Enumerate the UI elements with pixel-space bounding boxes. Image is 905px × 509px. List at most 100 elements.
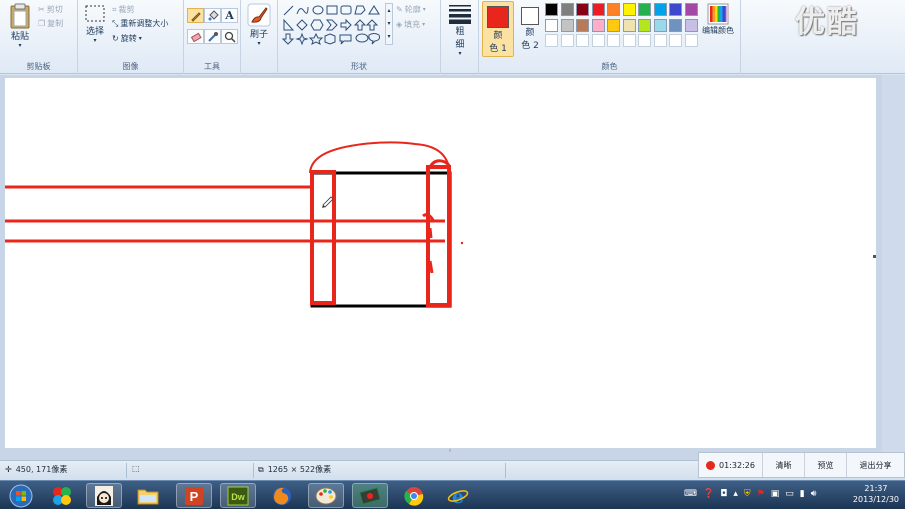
palette-swatch[interactable] — [576, 34, 589, 47]
palette-swatch[interactable] — [622, 34, 636, 47]
shapes-group: ▴ ▾ ▾ ✎ 轮廓 ▾ ◈ 填充 ▾ 形状 — [278, 0, 441, 74]
cut-button[interactable]: ✂ 剪切 — [38, 4, 63, 15]
palette-swatch[interactable] — [545, 34, 558, 47]
exit-share-button[interactable]: 退出分享 — [847, 453, 904, 477]
palette-swatch[interactable] — [560, 34, 574, 47]
cursor-position: ✛ 450, 171像素 — [5, 465, 68, 474]
fill-tool[interactable] — [204, 8, 221, 23]
taskbar-media-app[interactable] — [352, 483, 388, 508]
outline-button[interactable]: ✎ 轮廓 ▾ — [396, 4, 426, 15]
palette-swatch[interactable] — [576, 18, 589, 32]
security-icon[interactable]: ▣ — [771, 489, 780, 499]
palette-swatch[interactable] — [545, 18, 558, 32]
palette-swatch[interactable] — [684, 18, 698, 32]
paint-palette-icon — [315, 487, 337, 504]
palette-swatch[interactable] — [545, 3, 558, 16]
palette-swatch[interactable] — [576, 3, 589, 16]
rotate-button[interactable]: ↻ 旋转 ▾ — [112, 33, 142, 44]
start-button[interactable] — [4, 483, 38, 508]
pencil-tool[interactable] — [187, 8, 204, 23]
palette-swatch[interactable] — [653, 18, 667, 32]
image-group-label: 图像 — [122, 62, 139, 71]
palette-swatch[interactable] — [607, 3, 620, 16]
palette-swatch[interactable] — [669, 18, 682, 32]
red-dot — [460, 241, 464, 245]
record-dot-icon — [706, 460, 716, 470]
volume-icon[interactable]: 🔊︎ — [811, 489, 817, 499]
clock-date: 2013/12/30 — [852, 495, 899, 504]
palette-swatch[interactable] — [607, 34, 620, 47]
shapes-scroll[interactable]: ▴ ▾ ▾ — [385, 3, 393, 45]
magnifier-tool[interactable] — [221, 29, 238, 44]
vertical-scrollbar[interactable] — [882, 75, 905, 460]
firefox-icon — [273, 486, 291, 505]
taskbar-explorer[interactable] — [130, 483, 166, 508]
preview-button[interactable]: 预览 — [805, 453, 847, 477]
shapes-gallery[interactable] — [282, 3, 386, 47]
palette-swatch[interactable] — [638, 34, 651, 47]
palette-swatch[interactable] — [622, 18, 636, 32]
color-picker-tool[interactable] — [204, 29, 221, 44]
ribbon: 粘贴 ▾ ✂ 剪切 ❐ 复制 剪贴板 选择 ▾ ⌗ 裁剪 ⤡ 重新调整大小 ↻ … — [0, 0, 905, 74]
canvas-side-handle[interactable] — [873, 255, 876, 258]
size-button[interactable]: 粗 细 ▾ — [447, 4, 473, 57]
network-icon[interactable]: ◘ — [720, 489, 727, 499]
taskbar-character-app[interactable] — [86, 483, 122, 508]
eraser-icon — [190, 32, 202, 42]
record-timer[interactable]: 01:32:26 — [699, 453, 763, 477]
resize-icon: ⤡ — [112, 18, 119, 28]
palette-swatch[interactable] — [684, 34, 698, 47]
palette-swatch[interactable] — [638, 18, 651, 32]
palette-swatch[interactable] — [560, 18, 574, 32]
monitor-icon[interactable]: ▭ — [785, 489, 794, 499]
clock-time: 21:37 — [864, 484, 888, 493]
quality-button[interactable]: 清晰 — [763, 453, 805, 477]
signal-icon[interactable]: ▮ — [800, 489, 805, 499]
eraser-tool[interactable] — [187, 29, 204, 44]
text-tool[interactable]: A — [221, 8, 238, 23]
show-hidden-icon[interactable]: ▴ — [733, 489, 738, 499]
taskbar-dreamweaver[interactable]: Dw — [220, 483, 256, 508]
drawing-canvas[interactable] — [5, 78, 876, 448]
flag-icon[interactable]: ⚑ — [757, 489, 765, 499]
resize-button[interactable]: ⤡ 重新调整大小 — [112, 18, 168, 29]
crop-button[interactable]: ⌗ 裁剪 — [112, 4, 135, 15]
brushes-button[interactable]: 刷子 ▾ — [245, 3, 273, 47]
palette-swatch[interactable] — [560, 3, 574, 16]
edit-colors-button[interactable]: 编辑颜色 — [699, 3, 737, 36]
palette-swatch[interactable] — [591, 34, 605, 47]
palette-swatch[interactable] — [591, 18, 605, 32]
palette-swatch[interactable] — [653, 3, 667, 16]
text-icon: A — [225, 9, 234, 22]
palette-swatch[interactable] — [607, 18, 620, 32]
taskbar-ie[interactable]: e — [440, 483, 476, 508]
help-icon[interactable]: ❓ — [703, 489, 714, 499]
taskbar-clock[interactable]: 21:37 2013/12/30 — [853, 483, 899, 505]
taskbar-chrome[interactable] — [396, 483, 432, 508]
palette-swatch[interactable] — [684, 3, 698, 16]
brush-icon — [247, 3, 271, 27]
palette-swatch[interactable] — [653, 34, 667, 47]
fill-button[interactable]: ◈ 填充 ▾ — [396, 19, 425, 30]
select-button[interactable]: 选择 ▾ — [82, 4, 108, 44]
palette-swatch[interactable] — [638, 3, 651, 16]
palette-swatch[interactable] — [622, 3, 636, 16]
palette-swatch[interactable] — [669, 3, 682, 16]
keyboard-icon[interactable]: ⌨ — [684, 489, 697, 499]
canvas-resize-handle[interactable]: ◦ — [448, 447, 452, 455]
palette-swatch[interactable] — [591, 3, 605, 16]
taskbar-paint[interactable] — [308, 483, 344, 508]
color1-button[interactable]: 颜 色 1 — [482, 1, 514, 57]
dreamweaver-icon: Dw — [227, 486, 249, 505]
svg-text:Dw: Dw — [231, 492, 245, 502]
copy-button[interactable]: ❐ 复制 — [38, 18, 63, 29]
taskbar-pinwheel[interactable] — [44, 483, 80, 508]
chrome-icon — [404, 486, 424, 506]
paste-button[interactable]: 粘贴 ▾ — [6, 3, 34, 49]
color2-button[interactable]: 颜 色 2 — [516, 1, 544, 51]
taskbar-powerpoint[interactable]: P — [176, 483, 212, 508]
palette-swatch[interactable] — [669, 34, 682, 47]
shield-icon[interactable]: ⛨ — [744, 489, 751, 499]
taskbar-firefox[interactable] — [264, 483, 300, 508]
color2-swatch — [521, 7, 539, 25]
